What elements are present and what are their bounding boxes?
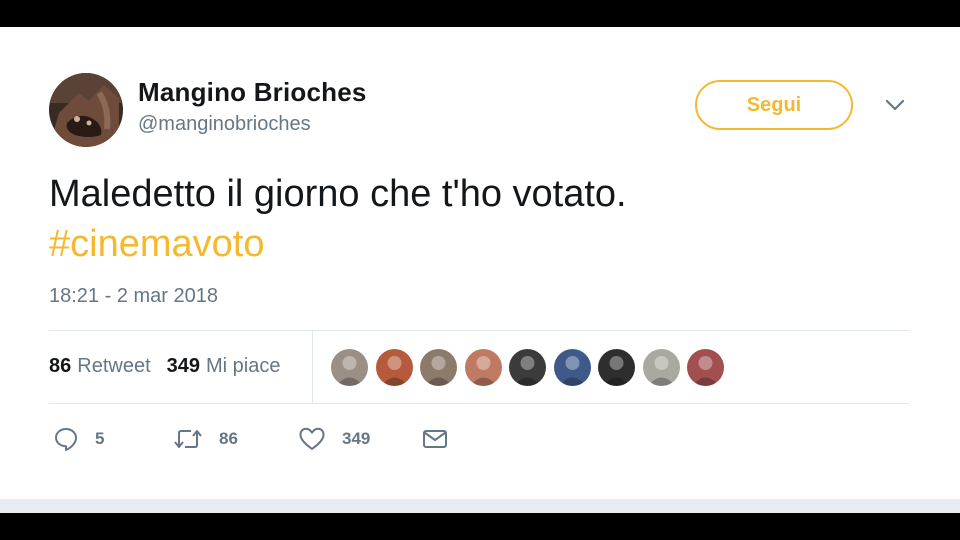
- reply-count: 5: [95, 429, 105, 448]
- display-name[interactable]: Mangino Brioches: [138, 77, 367, 108]
- chevron-down-icon[interactable]: [882, 95, 908, 115]
- direct-message-button[interactable]: [421, 425, 449, 453]
- tweet-card: Mangino Brioches @manginobrioches Segui …: [0, 27, 960, 499]
- like-label[interactable]: Mi piace: [206, 355, 280, 378]
- liker-avatar-4[interactable]: [464, 349, 502, 386]
- liker-avatar-7[interactable]: [598, 349, 635, 386]
- tweet-stats: 86 Retweet 349 Mi piace: [49, 353, 296, 379]
- profile-photo: [49, 73, 123, 147]
- reply-icon: [55, 428, 77, 451]
- reply-button[interactable]: 5: [53, 425, 104, 453]
- retweet-count[interactable]: 86: [49, 355, 71, 378]
- retweet-action-count: 86: [219, 429, 238, 448]
- tweet-timestamp[interactable]: 18:21 - 2 mar 2018: [49, 285, 218, 308]
- screenshot-frame: Mangino Brioches @manginobrioches Segui …: [0, 0, 960, 540]
- liker-avatar-1[interactable]: [331, 349, 368, 386]
- like-count[interactable]: 349: [167, 355, 200, 378]
- tweet-text: Maledetto il giorno che t'ho votato.: [49, 173, 627, 215]
- liker-avatars: [331, 349, 732, 386]
- follow-button[interactable]: Segui: [695, 80, 853, 130]
- stats-separator: [312, 331, 313, 403]
- like-button[interactable]: 349: [298, 425, 370, 453]
- liker-avatar-2[interactable]: [375, 349, 413, 386]
- hashtag-link[interactable]: #cinemavoto: [49, 219, 909, 269]
- liker-avatar-8[interactable]: [642, 349, 680, 386]
- envelope-icon: [423, 430, 447, 448]
- liker-avatar-5[interactable]: [509, 349, 546, 386]
- heart-icon: [299, 427, 325, 450]
- retweet-icon: [174, 430, 202, 448]
- divider-bottom: [49, 403, 909, 404]
- user-handle[interactable]: @manginobrioches: [138, 113, 311, 136]
- liker-avatar-3[interactable]: [420, 349, 457, 386]
- like-action-count: 349: [342, 429, 371, 448]
- liker-avatar-6[interactable]: [553, 349, 591, 386]
- tweet-body: Maledetto il giorno che t'ho votato. #ci…: [49, 169, 909, 269]
- retweet-label[interactable]: Retweet: [77, 355, 150, 378]
- user-avatar[interactable]: [49, 73, 123, 147]
- liker-avatar-9[interactable]: [687, 349, 724, 386]
- card-bottom-strip: [0, 499, 960, 513]
- divider-top: [49, 330, 909, 331]
- retweet-button[interactable]: 86: [173, 425, 238, 453]
